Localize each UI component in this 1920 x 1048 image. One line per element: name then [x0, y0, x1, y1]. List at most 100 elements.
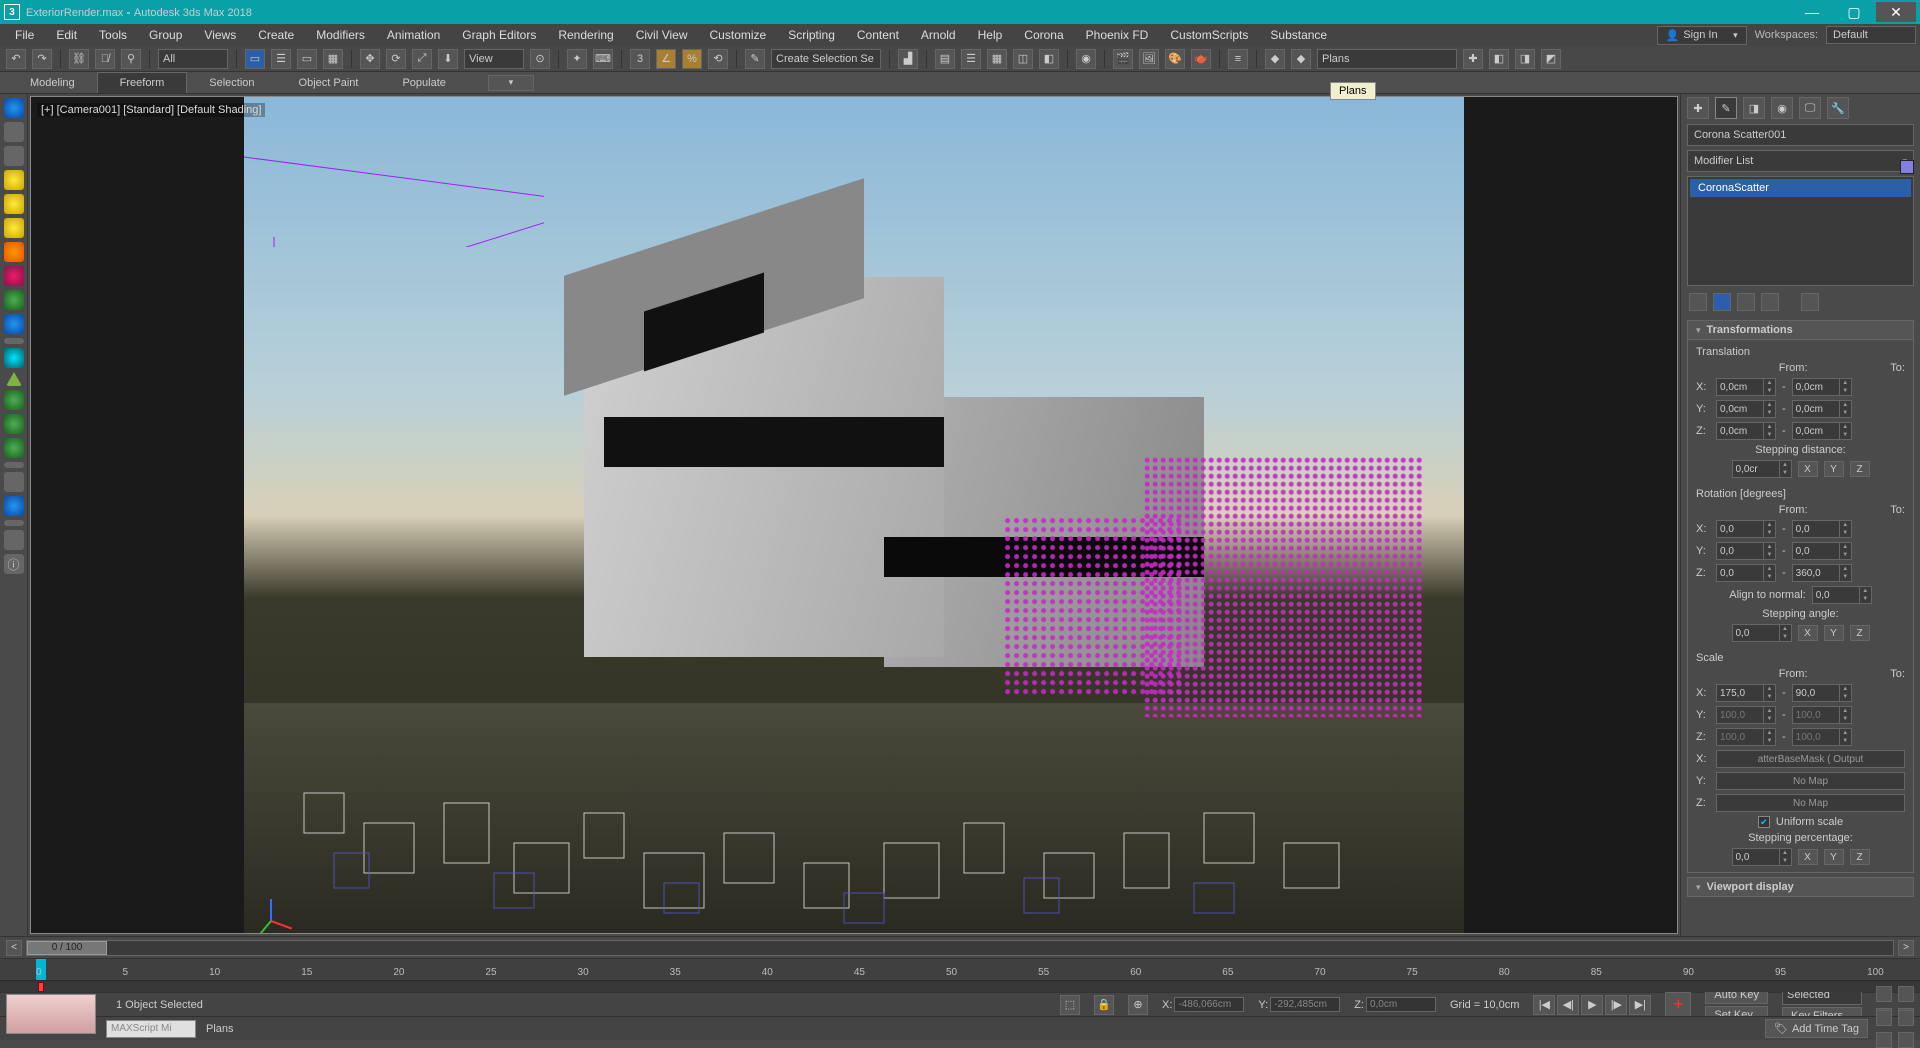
map-slot-x[interactable]: atterBaseMask ( Output: [1716, 750, 1905, 768]
window-crossing-button[interactable]: ▦: [323, 49, 343, 69]
menu-views[interactable]: Views: [193, 24, 247, 46]
triangle-icon[interactable]: [6, 372, 22, 386]
viewport[interactable]: [+] [Camera001] [Standard] [Default Shad…: [30, 96, 1678, 934]
trans-y-to[interactable]: ▲▼: [1792, 400, 1852, 418]
redo-button[interactable]: ↷: [32, 49, 52, 69]
layer1-button[interactable]: ◆: [1265, 49, 1285, 69]
trans-x-from[interactable]: ▲▼: [1716, 378, 1776, 396]
render-prod-button[interactable]: 🎨: [1165, 49, 1185, 69]
add-time-tag-button[interactable]: 🏷 Add Time Tag: [1765, 1019, 1868, 1038]
scatter-icon[interactable]: [4, 414, 24, 434]
stepdist-spinner[interactable]: ▲▼: [1732, 460, 1792, 478]
zoom-button[interactable]: [1876, 986, 1892, 1002]
menu-substance[interactable]: Substance: [1259, 24, 1338, 46]
uniform-scale-checkbox[interactable]: ✔: [1758, 816, 1770, 828]
axis-z-button[interactable]: Z: [1850, 849, 1870, 865]
tool-icon[interactable]: [4, 314, 24, 334]
axis-y-button[interactable]: Y: [1824, 625, 1844, 641]
map-slot-y[interactable]: No Map: [1716, 772, 1905, 790]
modifier-stack[interactable]: CoronaScatter: [1687, 176, 1914, 286]
steppct-spinner[interactable]: ▲▼: [1732, 848, 1792, 866]
ribbon-tab-object-paint[interactable]: Object Paint: [277, 73, 381, 93]
tool-icon[interactable]: [4, 122, 24, 142]
coord-y-field[interactable]: [1270, 997, 1340, 1012]
toggle-ribbon-button[interactable]: ▦: [987, 49, 1007, 69]
zoom-all-button[interactable]: [1898, 986, 1914, 1002]
refcoord-dropdown[interactable]: View: [464, 49, 524, 69]
recycle-icon[interactable]: [4, 438, 24, 458]
scale-x-from[interactable]: ▲▼: [1716, 684, 1776, 702]
play-button[interactable]: ▶: [1581, 995, 1603, 1015]
rot-y-from[interactable]: ▲▼: [1716, 542, 1776, 560]
undo-button[interactable]: ↶: [6, 49, 26, 69]
modifier-item[interactable]: CoronaScatter: [1690, 179, 1911, 197]
align-normal-spinner[interactable]: ▲▼: [1812, 586, 1872, 604]
select-object-button[interactable]: ▭: [245, 49, 265, 69]
curve-editor-button[interactable]: ◫: [1013, 49, 1033, 69]
named-selset-dropdown[interactable]: Create Selection Se: [771, 49, 881, 69]
rect-region-button[interactable]: ▭: [297, 49, 317, 69]
abs-rel-button[interactable]: ⊕: [1128, 995, 1148, 1015]
show-end-result-button[interactable]: [1713, 293, 1731, 311]
transformations-rollout-header[interactable]: Transformations: [1687, 320, 1914, 340]
trans-x-to[interactable]: ▲▼: [1792, 378, 1852, 396]
snap-toggle-button[interactable]: 3: [630, 49, 650, 69]
coord-x-field[interactable]: [1174, 997, 1244, 1012]
menu-file[interactable]: File: [4, 24, 45, 46]
menu-customscripts[interactable]: CustomScripts: [1159, 24, 1259, 46]
motion-tab[interactable]: ◉: [1771, 97, 1793, 119]
scale-x-to[interactable]: ▲▼: [1792, 684, 1852, 702]
scale-z-to[interactable]: ▲▼: [1792, 728, 1852, 746]
axis-z-button[interactable]: Z: [1850, 625, 1870, 641]
menu-arnold[interactable]: Arnold: [910, 24, 967, 46]
signin-dropdown[interactable]: 👤 Sign In▾: [1657, 26, 1747, 45]
display-tab[interactable]: 🖵: [1799, 97, 1821, 119]
trans-z-from[interactable]: ▲▼: [1716, 422, 1776, 440]
object-color-swatch[interactable]: [1900, 160, 1914, 174]
viewport-canvas[interactable]: [244, 97, 1464, 933]
menu-scripting[interactable]: Scripting: [777, 24, 846, 46]
isolate-button[interactable]: ⬚: [1060, 995, 1080, 1015]
layer-dropdown[interactable]: Plans: [1317, 49, 1457, 69]
scale-y-from[interactable]: ▲▼: [1716, 706, 1776, 724]
modify-tab[interactable]: ✎: [1715, 97, 1737, 119]
sun-icon[interactable]: [4, 242, 24, 262]
axis-x-button[interactable]: X: [1798, 625, 1818, 641]
menu-create[interactable]: Create: [247, 24, 305, 46]
viewport-label[interactable]: [+] [Camera001] [Standard] [Default Shad…: [37, 103, 265, 117]
menu-corona[interactable]: Corona: [1013, 24, 1074, 46]
coord-z-field[interactable]: [1366, 997, 1436, 1012]
light-icon[interactable]: [4, 194, 24, 214]
rot-z-from[interactable]: ▲▼: [1716, 564, 1776, 582]
tool-icon[interactable]: [4, 146, 24, 166]
menu-phoenix-fd[interactable]: Phoenix FD: [1075, 24, 1160, 46]
stepang-spinner[interactable]: ▲▼: [1732, 624, 1792, 642]
layer-new-button[interactable]: ✚: [1463, 49, 1483, 69]
manipulate-button[interactable]: ✦: [567, 49, 587, 69]
pivot-button[interactable]: ⊙: [530, 49, 550, 69]
configure-sets-button[interactable]: [1801, 293, 1819, 311]
time-slider-track[interactable]: 0 / 100: [26, 940, 1894, 956]
maxscript-listener[interactable]: [106, 1020, 196, 1038]
menu-customize[interactable]: Customize: [699, 24, 778, 46]
mirror-button[interactable]: ▟: [898, 49, 918, 69]
render-preview-thumbnail[interactable]: [6, 994, 96, 1034]
next-frame-button[interactable]: |▶: [1605, 995, 1627, 1015]
select-move-button[interactable]: ✥: [360, 49, 380, 69]
layer-sel-button[interactable]: ◨: [1515, 49, 1535, 69]
utilities-tab[interactable]: 🔧: [1827, 97, 1849, 119]
menu-content[interactable]: Content: [846, 24, 910, 46]
ribbon-expand-button[interactable]: ▾: [488, 75, 534, 91]
set-key-big-button[interactable]: +: [1665, 992, 1691, 1018]
select-name-button[interactable]: ☰: [271, 49, 291, 69]
time-slider-thumb[interactable]: 0 / 100: [27, 941, 107, 955]
ribbon-tab-populate[interactable]: Populate: [380, 73, 467, 93]
menu-modifiers[interactable]: Modifiers: [305, 24, 376, 46]
plant-icon[interactable]: [4, 290, 24, 310]
workspaces-dropdown[interactable]: Default: [1826, 26, 1916, 44]
scale-y-to[interactable]: ▲▼: [1792, 706, 1852, 724]
bind-button[interactable]: ⚲: [121, 49, 141, 69]
link-button[interactable]: ⛓: [69, 49, 89, 69]
layer-add-button[interactable]: ◧: [1489, 49, 1509, 69]
tool-icon[interactable]: [4, 530, 24, 550]
